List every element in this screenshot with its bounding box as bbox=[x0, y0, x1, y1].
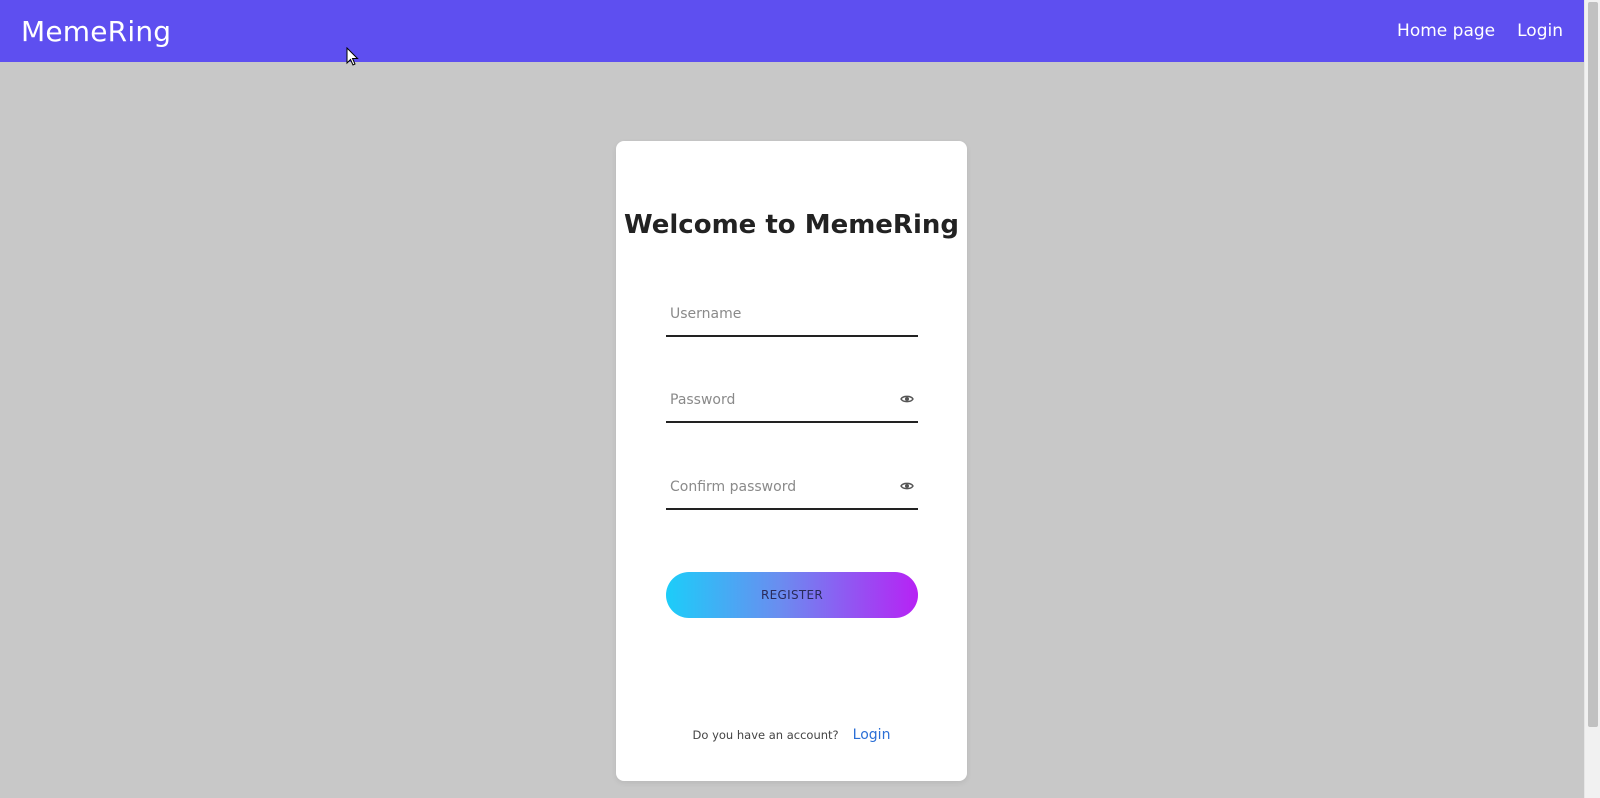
card-title: Welcome to MemeRing bbox=[624, 210, 959, 240]
eye-icon[interactable] bbox=[900, 481, 914, 491]
eye-icon[interactable] bbox=[900, 394, 914, 404]
password-input[interactable] bbox=[666, 379, 918, 421]
register-button[interactable]: REGISTER bbox=[666, 572, 918, 618]
mouse-cursor-icon bbox=[346, 47, 359, 66]
vertical-scrollbar[interactable] bbox=[1584, 0, 1600, 798]
nav-links: Home page Login bbox=[1397, 21, 1563, 41]
confirm-password-input[interactable] bbox=[666, 466, 918, 508]
navbar: MemeRing Home page Login bbox=[0, 0, 1584, 62]
nav-link-home[interactable]: Home page bbox=[1397, 21, 1495, 41]
scrollbar-thumb[interactable] bbox=[1588, 2, 1598, 727]
nav-link-login[interactable]: Login bbox=[1517, 21, 1563, 41]
username-field-wrapper bbox=[666, 293, 918, 337]
register-card: Welcome to MemeRing REGISTER Do you have… bbox=[616, 141, 967, 781]
password-field-wrapper bbox=[666, 379, 918, 423]
footer-line: Do you have an account? Login bbox=[616, 727, 967, 743]
confirm-password-field-wrapper bbox=[666, 466, 918, 510]
account-question-text: Do you have an account? bbox=[692, 728, 839, 742]
username-input[interactable] bbox=[666, 293, 918, 335]
brand-logo[interactable]: MemeRing bbox=[21, 15, 171, 48]
login-link[interactable]: Login bbox=[853, 727, 891, 743]
